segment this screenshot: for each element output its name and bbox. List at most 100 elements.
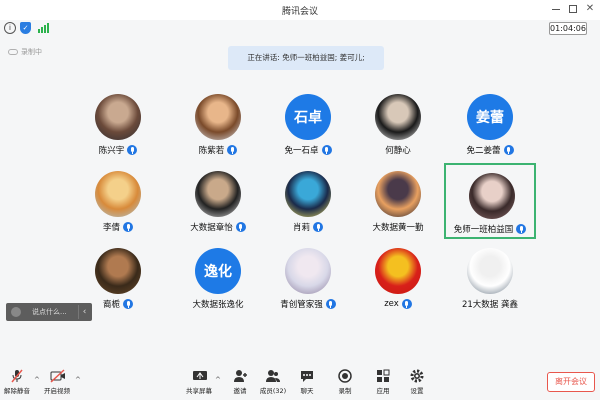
meeting-timer: 01:04:06	[549, 22, 587, 35]
chat-placeholder: 说点什么...	[32, 308, 67, 316]
participant-tile[interactable]: 免师一班柏益国	[444, 163, 536, 239]
settings-icon	[410, 368, 424, 383]
mic-icon	[503, 145, 514, 155]
record-button[interactable]: 录制	[328, 368, 362, 398]
participant-name: 免师一班柏益国	[453, 225, 514, 235]
participant-name-row: 陈紫若	[172, 143, 264, 157]
avatar: 姜蕾	[467, 94, 513, 140]
participant-tile[interactable]: 石卓 免一石卓	[262, 86, 354, 162]
apps-icon	[376, 368, 390, 382]
minimize-icon[interactable]	[549, 3, 563, 15]
participant-tile[interactable]: 肖莉	[262, 163, 354, 239]
avatar	[469, 173, 515, 219]
mic-icon	[123, 222, 133, 232]
avatar	[285, 171, 331, 217]
participant-name-row: 李倩	[72, 220, 164, 234]
settings-label: 设置	[410, 387, 424, 395]
participant-name: 青创管家强	[280, 300, 323, 310]
emoji-icon[interactable]	[11, 307, 21, 317]
participant-name-row: 免一石卓	[262, 143, 354, 157]
participant-tile[interactable]: 陈兴宇	[72, 86, 164, 162]
avatar	[375, 171, 421, 217]
participant-tile[interactable]: 李倩	[72, 163, 164, 239]
settings-button[interactable]: 设置	[400, 368, 434, 398]
share-screen-label: 共享屏幕	[186, 387, 212, 395]
participant-name: 李倩	[102, 223, 120, 233]
bottom-toolbar: 解除静音 ^ 开启视频 ^ 共享屏幕 ^ 邀请 成员(32) 聊天 录制 应用 …	[0, 364, 600, 400]
participant-tile[interactable]: zex	[352, 240, 444, 316]
mic-icon	[127, 145, 138, 155]
start-video-label: 开启视频	[44, 387, 70, 395]
participant-name: 21大数据 龚鑫	[461, 300, 519, 310]
participant-name-row: 何静心	[352, 143, 444, 157]
share-screen-button[interactable]: 共享屏幕	[182, 368, 216, 398]
audio-options-chevron-icon[interactable]: ^	[34, 376, 40, 384]
title-bar: 腾讯会议 ✕	[0, 0, 600, 20]
maximize-icon[interactable]	[566, 3, 580, 15]
recording-status: 录制中	[8, 47, 42, 57]
participant-name-row: 大数据章怡	[172, 220, 264, 234]
apps-button[interactable]: 应用	[366, 368, 400, 398]
mic-icon	[321, 145, 332, 155]
avatar	[375, 94, 421, 140]
collapse-chevron-icon[interactable]: ‹	[78, 305, 90, 319]
avatar	[195, 171, 241, 217]
meeting-status-bar: i ✓	[0, 20, 600, 36]
invite-label: 邀请	[233, 387, 247, 395]
participant-tile[interactable]: 姜蕾 免二姜蕾	[444, 86, 536, 162]
participant-name: 何静心	[385, 146, 411, 156]
avatar	[285, 248, 331, 294]
share-screen-icon	[192, 368, 207, 382]
close-icon[interactable]: ✕	[583, 3, 597, 15]
video-off-icon	[50, 368, 65, 383]
mic-icon	[313, 222, 323, 232]
participant-tile[interactable]: 青创管家强	[262, 240, 354, 316]
participant-tile[interactable]: 何静心	[352, 86, 444, 162]
chat-icon	[300, 368, 314, 382]
participant-name: zex	[384, 299, 399, 309]
mic-icon	[401, 299, 412, 309]
unmute-button[interactable]: 解除静音	[0, 368, 34, 398]
record-icon	[338, 368, 352, 383]
members-button[interactable]: 成员(32)	[256, 368, 290, 398]
share-options-chevron-icon[interactable]: ^	[215, 376, 221, 384]
participant-tile[interactable]: 逸化 大数据张逸化	[172, 240, 264, 316]
avatar	[95, 248, 141, 294]
mic-icon	[325, 299, 336, 309]
participant-name-row: 陈兴宇	[72, 143, 164, 157]
avatar	[95, 171, 141, 217]
participant-tile[interactable]: 大数据黄一勤	[352, 163, 444, 239]
signal-icon[interactable]	[38, 23, 50, 33]
invite-button[interactable]: 邀请	[223, 368, 257, 398]
participant-tile[interactable]: 陈紫若	[172, 86, 264, 162]
participant-name: 大数据黄一勤	[372, 223, 424, 233]
participant-name: 陈兴宇	[98, 146, 125, 156]
participant-name: 裔栀	[102, 300, 120, 310]
members-icon	[266, 368, 280, 382]
record-label: 录制	[338, 387, 352, 395]
participant-tile[interactable]: 21大数据 龚鑫	[444, 240, 536, 316]
chat-button[interactable]: 聊天	[290, 368, 324, 398]
avatar	[195, 94, 241, 140]
cloud-icon	[8, 49, 18, 55]
unmute-label: 解除静音	[4, 387, 30, 395]
leave-meeting-button[interactable]: 离开会议	[547, 372, 595, 392]
recording-label: 录制中	[21, 48, 42, 56]
chat-quick-input[interactable]: 说点什么... ‹	[6, 303, 92, 321]
avatar: 石卓	[285, 94, 331, 140]
avatar	[375, 248, 421, 294]
chat-label: 聊天	[300, 387, 314, 395]
video-options-chevron-icon[interactable]: ^	[75, 376, 81, 384]
participant-name-row: 大数据黄一勤	[352, 220, 444, 234]
participant-name: 免一石卓	[284, 146, 319, 156]
participant-tile[interactable]: 大数据章怡	[172, 163, 264, 239]
info-icon[interactable]: i	[4, 22, 16, 34]
mic-icon	[235, 222, 246, 232]
participant-name-row: 肖莉	[262, 220, 354, 234]
avatar	[95, 94, 141, 140]
invite-icon	[233, 368, 247, 382]
avatar: 逸化	[195, 248, 241, 294]
participant-name-row: 21大数据 龚鑫	[444, 297, 536, 311]
start-video-button[interactable]: 开启视频	[40, 368, 74, 398]
shield-icon[interactable]: ✓	[20, 22, 31, 34]
